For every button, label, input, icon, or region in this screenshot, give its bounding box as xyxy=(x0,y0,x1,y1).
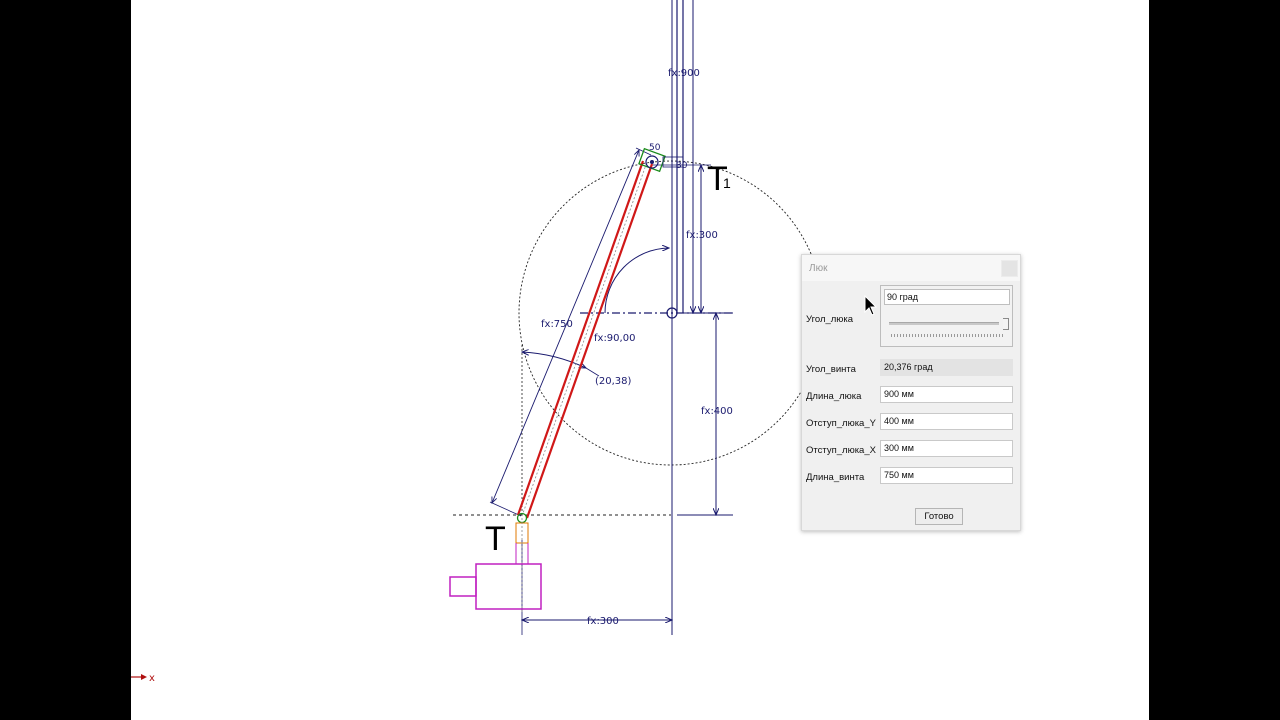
screw-length-label: Длина_винта xyxy=(806,472,865,483)
hatch-angle-label: Угол_люка xyxy=(806,314,854,325)
hatch-angle-group: 90 град xyxy=(880,285,1013,347)
hatch-offset-x-label: Отступ_люка_X xyxy=(806,445,876,456)
dialog-close-button[interactable] xyxy=(1001,260,1018,277)
dialog-title: Люк xyxy=(809,263,828,274)
dim-50-label: 50 xyxy=(649,143,661,153)
angle-20-leader xyxy=(585,367,600,377)
point-t-label: T xyxy=(485,520,506,558)
hatch-offset-y-label: Отступ_люка_Y xyxy=(806,418,876,429)
angle-90-label: fx:90,00 xyxy=(594,333,635,344)
x-axis-label: x xyxy=(149,673,155,684)
dialog-titlebar[interactable]: Люк xyxy=(802,255,1020,281)
hatch-parameters-dialog: Люк Угол_люка 90 град Угол_винта 20,376 … xyxy=(801,254,1021,531)
hatch-offset-y-input[interactable]: 400 мм xyxy=(880,413,1013,430)
angle-20-label: (20,38) xyxy=(595,376,632,387)
dim-30-label: 30 xyxy=(676,161,688,171)
hatch-angle-slider-track[interactable] xyxy=(889,322,999,325)
hatch-angle-input[interactable]: 90 град xyxy=(884,289,1010,305)
hatch-angle-slider-thumb[interactable] xyxy=(1003,318,1009,330)
dim-900-label: fx:900 xyxy=(668,68,700,79)
angle-90-arc xyxy=(604,248,669,314)
dim-750-ext-bottom xyxy=(489,501,522,517)
dim-750-label: fx:750 xyxy=(541,319,573,330)
hatch-length-input[interactable]: 900 мм xyxy=(880,386,1013,403)
screw-length-input[interactable]: 750 мм xyxy=(880,467,1013,484)
x-axis-arrow xyxy=(141,674,147,680)
screw-angle-label: Угол_винта xyxy=(806,364,856,375)
hatch-angle-slider-ticks xyxy=(891,334,1005,337)
screw-angle-value: 20,376 град xyxy=(880,359,1013,376)
hatch-offset-x-input[interactable]: 300 мм xyxy=(880,440,1013,457)
dim-300-upper-label: fx:300 xyxy=(686,230,718,241)
point-t1-subscript: 1 xyxy=(723,175,731,191)
hatch-length-label: Длина_люка xyxy=(806,391,862,402)
done-button[interactable]: Готово xyxy=(915,508,963,525)
dim-400-label: fx:400 xyxy=(701,406,733,417)
dim-300-bottom-label: fx:300 xyxy=(587,616,619,627)
mouse-pointer-icon xyxy=(864,295,878,316)
